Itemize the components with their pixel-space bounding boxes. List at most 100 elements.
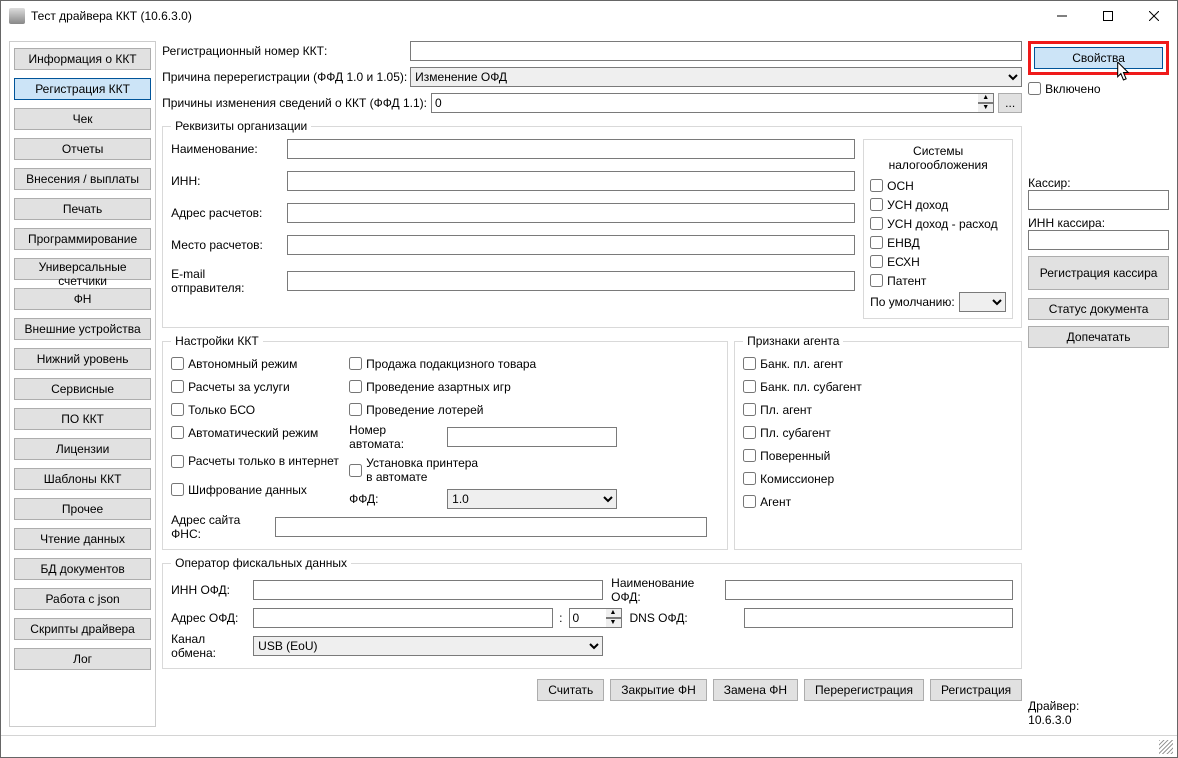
org-inn-input[interactable] bbox=[287, 171, 855, 191]
ofd-port-spinner[interactable]: ▲▼ bbox=[606, 608, 622, 628]
sidebar-item-18[interactable]: Работа с json bbox=[14, 588, 151, 610]
tax-check-5[interactable] bbox=[870, 274, 883, 287]
fns-addr-input[interactable] bbox=[275, 517, 707, 537]
kkt-col1-check-2[interactable] bbox=[171, 403, 184, 416]
ffd-label: ФФД: bbox=[349, 492, 443, 506]
agent-check-2[interactable] bbox=[743, 403, 756, 416]
driver-label: Драйвер: bbox=[1028, 699, 1169, 713]
sidebar-item-12[interactable]: ПО ККТ bbox=[14, 408, 151, 430]
sidebar-item-8[interactable]: ФН bbox=[14, 288, 151, 310]
sidebar-item-2[interactable]: Чек bbox=[14, 108, 151, 130]
agent-check-6[interactable] bbox=[743, 495, 756, 508]
ofd-addr-input[interactable] bbox=[253, 608, 553, 628]
sidebar-item-6[interactable]: Программирование bbox=[14, 228, 151, 250]
agent-check-5[interactable] bbox=[743, 472, 756, 485]
sidebar-item-3[interactable]: Отчеты bbox=[14, 138, 151, 160]
ofd-name-input[interactable] bbox=[725, 580, 1013, 600]
footer-button-0[interactable]: Считать bbox=[537, 679, 604, 701]
ofd-addr-label: Адрес ОФД: bbox=[171, 611, 249, 625]
statusbar bbox=[1, 735, 1177, 757]
window-title: Тест драйвера ККТ (10.6.3.0) bbox=[31, 9, 1039, 23]
cashier-input[interactable] bbox=[1028, 190, 1169, 210]
org-email-label: E-mail отправителя: bbox=[171, 267, 281, 295]
kkt-check-lottery[interactable] bbox=[349, 403, 362, 416]
ofd-legend: Оператор фискальных данных bbox=[171, 556, 351, 570]
org-email-input[interactable] bbox=[287, 271, 855, 291]
doc-status-button[interactable]: Статус документа bbox=[1028, 298, 1169, 320]
sidebar-item-20[interactable]: Лог bbox=[14, 648, 151, 670]
footer-button-3[interactable]: Перерегистрация bbox=[804, 679, 924, 701]
agent-check-3[interactable] bbox=[743, 426, 756, 439]
kkt-settings-fieldset: Настройки ККТ Автономный режимРасчеты за… bbox=[162, 334, 728, 550]
change-reasons-spinner[interactable]: ▲▼ bbox=[978, 93, 994, 113]
sidebar-item-19[interactable]: Скрипты драйвера bbox=[14, 618, 151, 640]
org-fieldset: Реквизиты организации Наименование: ИНН:… bbox=[162, 119, 1022, 328]
sidebar-item-16[interactable]: Чтение данных bbox=[14, 528, 151, 550]
sidebar-item-14[interactable]: Шаблоны ККТ bbox=[14, 468, 151, 490]
kkt-col1-check-1[interactable] bbox=[171, 380, 184, 393]
agent-check-1[interactable] bbox=[743, 380, 756, 393]
kkt-check-excise[interactable] bbox=[349, 357, 362, 370]
close-button[interactable] bbox=[1131, 1, 1177, 31]
kkt-col1-check-3[interactable] bbox=[171, 426, 184, 439]
kkt-col1-check-0[interactable] bbox=[171, 357, 184, 370]
sidebar-item-13[interactable]: Лицензии bbox=[14, 438, 151, 460]
tax-check-0[interactable] bbox=[870, 179, 883, 192]
sidebar-item-11[interactable]: Сервисные bbox=[14, 378, 151, 400]
sidebar-item-7[interactable]: Универсальные счетчики bbox=[14, 258, 151, 280]
org-inn-label: ИНН: bbox=[171, 174, 281, 188]
sidebar: Информация о ККТ Регистрация ККТ Чек Отчеты… bbox=[9, 41, 156, 727]
change-reasons-dots-button[interactable]: ... bbox=[998, 93, 1022, 113]
tax-check-3[interactable] bbox=[870, 236, 883, 249]
agent-check-4[interactable] bbox=[743, 449, 756, 462]
rereg-reason-label: Причина перерегистрации (ФФД 1.0 и 1.05)… bbox=[162, 70, 406, 84]
sidebar-item-4[interactable]: Внесения / выплаты bbox=[14, 168, 151, 190]
org-calc-addr-label: Адрес расчетов: bbox=[171, 206, 281, 220]
automat-number-input[interactable] bbox=[447, 427, 617, 447]
org-calc-place-input[interactable] bbox=[287, 235, 855, 255]
tax-check-1[interactable] bbox=[870, 198, 883, 211]
tax-check-2[interactable] bbox=[870, 217, 883, 230]
reprint-button[interactable]: Допечатать bbox=[1028, 326, 1169, 348]
sidebar-item-15[interactable]: Прочее bbox=[14, 498, 151, 520]
org-name-input[interactable] bbox=[287, 139, 855, 159]
resize-grip-icon[interactable] bbox=[1159, 740, 1173, 754]
org-legend: Реквизиты организации bbox=[171, 119, 311, 133]
properties-button[interactable]: Свойства bbox=[1034, 47, 1163, 69]
ofd-channel-select[interactable]: USB (EoU) bbox=[253, 636, 603, 656]
sidebar-item-10[interactable]: Нижний уровень bbox=[14, 348, 151, 370]
reg-number-input[interactable] bbox=[410, 41, 1022, 61]
sidebar-item-9[interactable]: Внешние устройства bbox=[14, 318, 151, 340]
sidebar-item-5[interactable]: Печать bbox=[14, 198, 151, 220]
org-calc-addr-input[interactable] bbox=[287, 203, 855, 223]
register-cashier-button[interactable]: Регистрация кассира bbox=[1028, 256, 1169, 290]
enabled-checkbox[interactable] bbox=[1028, 82, 1041, 95]
kkt-col1-check-5[interactable] bbox=[171, 483, 184, 496]
kkt-check-gambling[interactable] bbox=[349, 380, 362, 393]
footer-button-4[interactable]: Регистрация bbox=[930, 679, 1022, 701]
ffd-select[interactable]: 1.0 bbox=[447, 489, 617, 509]
properties-highlight: Свойства bbox=[1028, 41, 1169, 75]
sidebar-item-17[interactable]: БД документов bbox=[14, 558, 151, 580]
maximize-button[interactable] bbox=[1085, 1, 1131, 31]
rereg-reason-select[interactable]: Изменение ОФД bbox=[410, 67, 1022, 87]
footer-button-1[interactable]: Закрытие ФН bbox=[610, 679, 706, 701]
kkt-check-printer-in-automat[interactable] bbox=[349, 464, 362, 477]
tax-systems-box: Системы налогообложения ОСНУСН доходУСН … bbox=[863, 139, 1013, 319]
ofd-dns-label: DNS ОФД: bbox=[630, 611, 740, 625]
kkt-col1-check-4[interactable] bbox=[171, 455, 184, 468]
sidebar-item-0[interactable]: Информация о ККТ bbox=[14, 48, 151, 70]
agent-check-0[interactable] bbox=[743, 357, 756, 370]
ofd-dns-input[interactable] bbox=[744, 608, 1014, 628]
minimize-button[interactable] bbox=[1039, 1, 1085, 31]
tax-default-select[interactable] bbox=[959, 292, 1007, 312]
cashier-inn-input[interactable] bbox=[1028, 230, 1169, 250]
ofd-port-input[interactable] bbox=[569, 608, 606, 628]
titlebar: Тест драйвера ККТ (10.6.3.0) bbox=[1, 1, 1177, 31]
tax-check-4[interactable] bbox=[870, 255, 883, 268]
ofd-inn-input[interactable] bbox=[253, 580, 603, 600]
ofd-fieldset: Оператор фискальных данных ИНН ОФД: Наим… bbox=[162, 556, 1022, 669]
change-reasons-input[interactable] bbox=[431, 93, 978, 113]
footer-button-2[interactable]: Замена ФН bbox=[713, 679, 798, 701]
sidebar-item-1[interactable]: Регистрация ККТ bbox=[14, 78, 151, 100]
